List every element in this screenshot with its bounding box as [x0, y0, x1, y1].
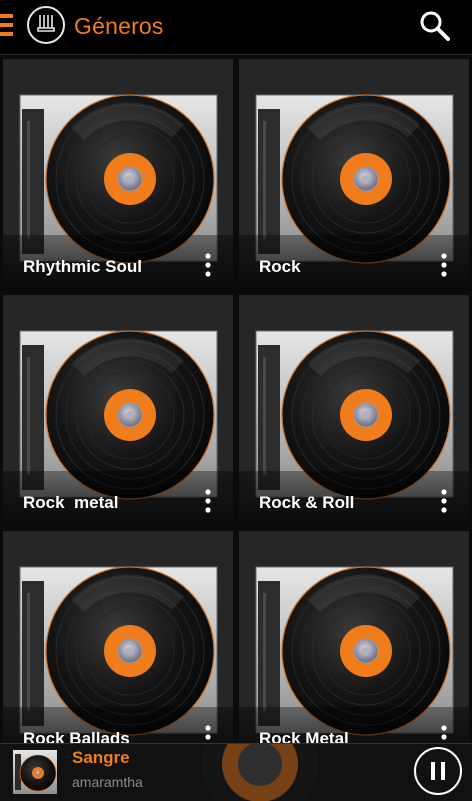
mini-player[interactable]: Sangre amaramtha [0, 743, 472, 801]
more-vertical-icon[interactable] [436, 252, 452, 280]
more-vertical-icon[interactable] [200, 488, 216, 516]
hamburger-icon[interactable] [0, 14, 13, 36]
genre-card[interactable]: Rock Metal [239, 531, 469, 743]
genre-card[interactable]: Rock & Roll [239, 295, 469, 525]
player-background-disc [202, 744, 318, 801]
genre-label: Rhythmic Soul [23, 257, 143, 276]
genre-grid: Rhythmic Soul Rock Rock metal Rock & Rol… [0, 57, 472, 743]
app-header: Géneros [0, 0, 472, 55]
genre-label: Rock & Roll [259, 493, 355, 512]
search-icon[interactable] [418, 9, 452, 43]
more-vertical-icon[interactable] [200, 252, 216, 280]
artist-name: amaramtha [72, 774, 143, 790]
genre-card[interactable]: Rhythmic Soul [3, 59, 233, 289]
album-cover[interactable] [13, 750, 57, 794]
more-vertical-icon[interactable] [200, 724, 216, 743]
genre-label: Rock Metal [259, 729, 349, 743]
genre-label: Rock Ballads [23, 729, 130, 743]
genre-card[interactable]: Rock metal [3, 295, 233, 525]
song-title: Sangre [72, 748, 130, 767]
genre-label: Rock metal [23, 493, 119, 512]
page-title: Géneros [74, 13, 164, 39]
pause-button[interactable] [414, 747, 462, 795]
genre-card[interactable]: Rock [239, 59, 469, 289]
more-vertical-icon[interactable] [436, 724, 452, 743]
more-vertical-icon[interactable] [436, 488, 452, 516]
app-logo[interactable] [27, 6, 65, 44]
genre-label: Rock [259, 257, 301, 276]
genre-card[interactable]: Rock Ballads [3, 531, 233, 743]
